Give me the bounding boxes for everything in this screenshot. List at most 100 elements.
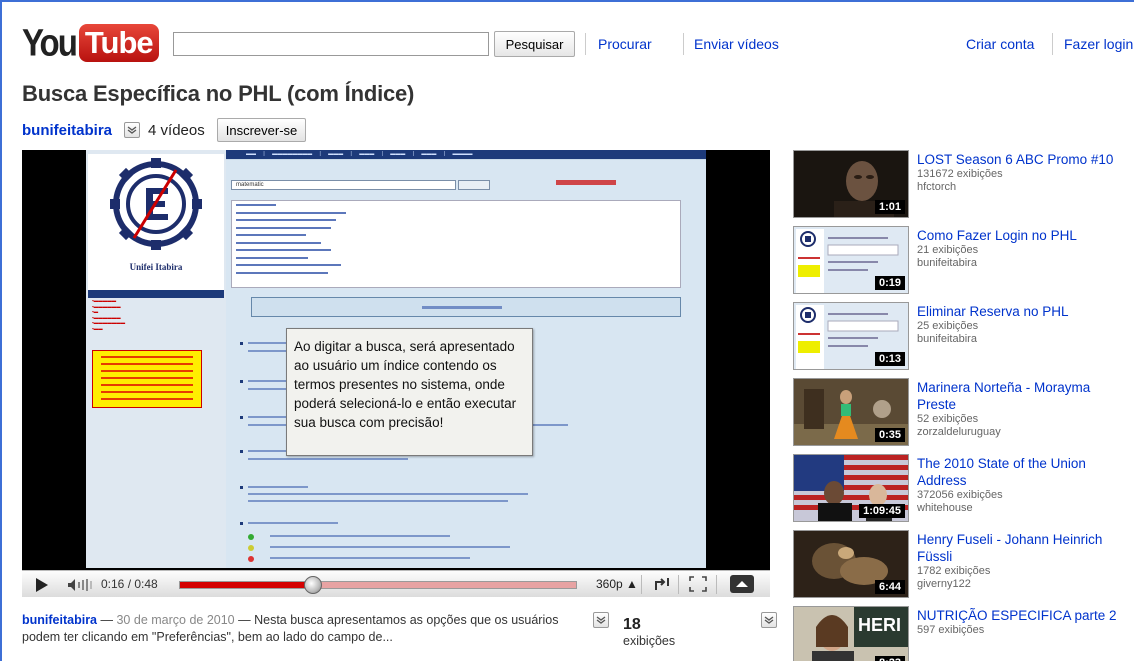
triangle-up-icon: ▲ (626, 577, 638, 591)
related-video-user: giverny122 (917, 578, 971, 590)
video-title: Busca Específica no PHL (com Índice) (22, 81, 415, 106)
chevron-down-icon (127, 126, 137, 134)
video-site-logo: Unifei Itabira (88, 154, 224, 290)
nav-upload-link[interactable]: Enviar vídeos (694, 36, 779, 52)
related-video-item[interactable]: 6:44 Henry Fuseli - Johann Heinrich Füssl… (793, 530, 1133, 604)
nav-divider (585, 33, 586, 55)
video-player[interactable]: Unifei Itabira ▪▬▬▬▬▬ ▪▬▬▬▬▬▬ ▪▬ ▪▬▬▬▬▬▬ ▪▬▬… (22, 150, 770, 597)
progress-handle[interactable] (303, 576, 322, 594)
related-video-title[interactable]: Eliminar Reserva no PHL (917, 303, 1127, 320)
video-site-preferences-label (556, 180, 616, 185)
screen-text-line (248, 388, 288, 390)
related-video-title[interactable]: Como Fazer Login no PHL (917, 227, 1127, 244)
expand-player-icon[interactable] (730, 575, 754, 598)
related-video-item[interactable]: HERI 8:23 NUTRIÇÃO ESPECIFICA parte 2597 e… (793, 606, 1133, 661)
related-video-info: Eliminar Reserva no PHL 25 exibições bunif… (917, 303, 1127, 346)
related-video-views: 597 exibições (917, 624, 985, 636)
related-video-thumbnail[interactable]: 1:09:45 (793, 454, 909, 522)
screen-bullet (240, 522, 243, 525)
screen-text-line (248, 350, 288, 352)
create-account-link[interactable]: Criar conta (966, 36, 1034, 52)
video-site-search-button (458, 180, 490, 190)
screen-status-dot (248, 556, 254, 562)
related-video-user: bunifeitabira (917, 257, 977, 269)
screen-status-dot (248, 534, 254, 540)
related-video-item[interactable]: 1:09:45 The 2010 State of the Union Addre… (793, 454, 1133, 528)
screen-bullet (240, 450, 243, 453)
view-count: 18 exibições (623, 616, 675, 648)
nav-browse-link[interactable]: Procurar (598, 36, 652, 52)
time-display: 0:16 / 0:48 (101, 577, 158, 591)
related-video-item[interactable]: 1:01 LOST Season 6 ABC Promo #10 131672 ex… (793, 150, 1133, 224)
related-video-item[interactable]: 0:19 Como Fazer Login no PHL 21 exibições b… (793, 226, 1133, 300)
screen-bullet (240, 342, 243, 345)
screen-status-dot (248, 545, 254, 551)
related-video-user: bunifeitabira (917, 333, 977, 345)
related-video-views: 21 exibições (917, 244, 979, 256)
related-video-info: LOST Season 6 ABC Promo #10 131672 exibiç… (917, 151, 1127, 194)
video-site-search-field: matematic (231, 180, 456, 190)
subscribe-button[interactable]: Inscrever-se (216, 118, 307, 142)
related-video-title[interactable]: Marinera Norteña - Morayma Preste (917, 379, 1127, 413)
related-video-thumbnail[interactable]: HERI 8:23 (793, 606, 909, 661)
play-icon[interactable] (34, 577, 50, 598)
related-video-title[interactable]: LOST Season 6 ABC Promo #10 (917, 151, 1127, 168)
video-site-topnav: ▬▬ | ▬▬▬▬▬▬▬▬ | ▬▬▬ | ▬▬▬ | ▬▬▬ | ▬▬▬ | … (226, 150, 706, 159)
search-button[interactable]: Pesquisar (494, 31, 575, 57)
related-video-views: 1782 exibições (917, 565, 991, 577)
channel-video-count: 4 vídeos (148, 121, 205, 139)
stats-expand-button[interactable] (761, 612, 777, 628)
thumbnail-caption: HERI (858, 615, 901, 635)
sign-in-link[interactable]: Fazer login (1064, 36, 1133, 52)
channel-link[interactable]: bunifeitabira (22, 122, 112, 139)
video-description: bunifeitabira — 30 de março de 2010 — Ne… (22, 612, 582, 646)
popout-icon[interactable] (654, 576, 670, 597)
logo-tube-text: Tube (78, 24, 159, 62)
related-video-title[interactable]: The 2010 State of the Union Address (917, 455, 1127, 489)
view-count-label: exibições (623, 634, 676, 648)
related-video-item[interactable]: 0:35 Marinera Norteña - Morayma Preste 52 … (793, 378, 1133, 452)
fullscreen-icon[interactable] (689, 576, 707, 597)
quality-selector[interactable]: 360p ▲ (596, 577, 638, 591)
description-expand-button[interactable] (593, 612, 609, 628)
search-input[interactable] (173, 32, 489, 56)
related-video-duration: 0:19 (874, 276, 905, 290)
related-video-duration: 1:01 (874, 200, 905, 214)
logo-you-text: You (22, 21, 78, 64)
related-video-thumbnail[interactable]: 0:35 (793, 378, 909, 446)
related-video-thumbnail[interactable]: 0:13 (793, 302, 909, 370)
quality-label: 360p (596, 577, 623, 591)
related-video-info: Henry Fuseli - Johann Heinrich Füssli 178… (917, 531, 1127, 591)
description-author-link[interactable]: bunifeitabira (22, 613, 97, 627)
related-video-thumbnail[interactable]: 0:19 (793, 226, 909, 294)
control-divider (716, 575, 717, 594)
screen-text-line (248, 380, 288, 382)
video-site-logo-label: Unifei Itabira (129, 262, 183, 272)
screen-text-line (248, 522, 338, 524)
related-video-duration: 8:23 (874, 656, 905, 661)
screen-text-line (270, 557, 470, 559)
related-video-duration: 0:13 (874, 352, 905, 366)
progress-bar[interactable] (179, 576, 577, 594)
channel-dropdown-button[interactable] (124, 122, 141, 138)
related-video-info: Como Fazer Login no PHL 21 exibições bunif… (917, 227, 1127, 270)
related-video-user: whitehouse (917, 502, 973, 514)
related-video-title[interactable]: NUTRIÇÃO ESPECIFICA parte 2 (917, 607, 1127, 624)
related-video-user: hfctorch (917, 181, 957, 193)
related-video-duration: 0:35 (874, 428, 905, 442)
volume-icon[interactable] (67, 578, 95, 597)
related-video-item[interactable]: 0:13 Eliminar Reserva no PHL 25 exibições b… (793, 302, 1133, 376)
related-video-title[interactable]: Henry Fuseli - Johann Heinrich Füssli (917, 531, 1127, 565)
screen-text-line (270, 546, 510, 548)
screen-bullet (240, 486, 243, 489)
related-video-thumbnail[interactable]: 6:44 (793, 530, 909, 598)
nav-divider (1052, 33, 1053, 55)
control-divider (641, 575, 642, 594)
screen-text-line (248, 342, 288, 344)
related-video-info: Marinera Norteña - Morayma Preste 52 exib… (917, 379, 1127, 439)
related-video-views: 372056 exibições (917, 489, 1003, 501)
related-video-thumbnail[interactable]: 1:01 (793, 150, 909, 218)
youtube-logo[interactable]: You Tube (22, 21, 159, 64)
view-count-number: 18 (623, 616, 641, 633)
video-site-bar (88, 290, 224, 298)
